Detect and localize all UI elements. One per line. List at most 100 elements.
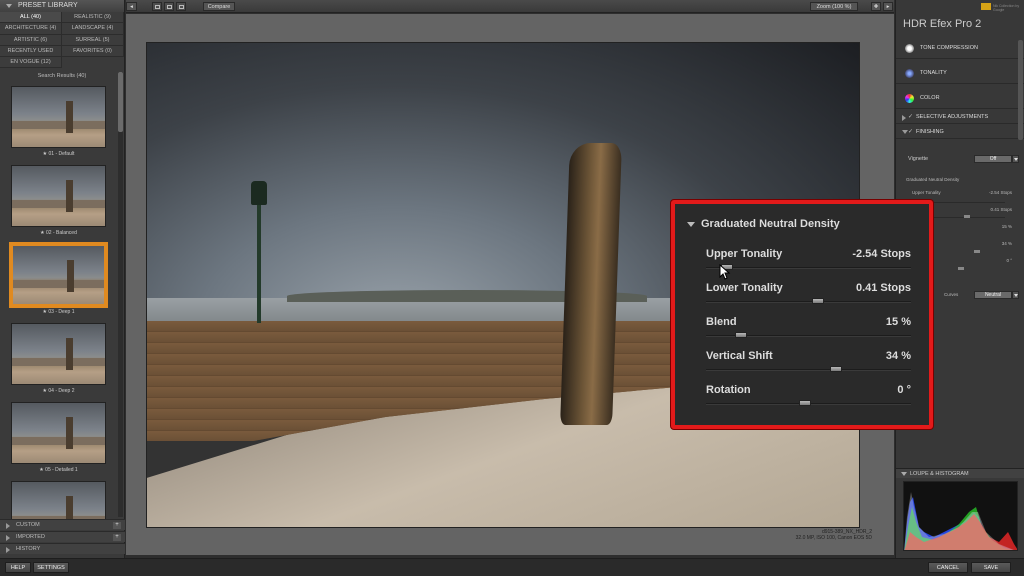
category-architecture[interactable]: ARCHITECTURE (4)	[0, 23, 62, 35]
preset-label: ★ 04 - Deep 2	[42, 388, 75, 394]
expand-triangle-icon	[6, 523, 10, 529]
footer-bar: HELP SETTINGS CANCEL SAVE	[0, 558, 1024, 576]
preset-library-header[interactable]: PRESET LIBRARY	[0, 0, 124, 12]
photo-lamp-head	[251, 181, 267, 205]
section-selective-adjustments[interactable]: ✓ SELECTIVE ADJUSTMENTS	[896, 110, 1024, 124]
loupe-toggle-icon[interactable]: ✚	[871, 2, 881, 11]
collapse-triangle-icon[interactable]	[687, 222, 695, 227]
preset-thumbnail[interactable]	[0, 479, 117, 519]
checkmark-icon[interactable]: ✓	[908, 125, 913, 139]
slider-thumb[interactable]	[958, 267, 964, 270]
panel-scrollbar[interactable]	[1018, 40, 1023, 140]
vertical-shift-value: 34 %	[885, 350, 911, 362]
lower-tonality-value: 0.41 Stops	[855, 282, 911, 294]
custom-section[interactable]: CUSTOM +	[0, 519, 125, 530]
category-en-vogue[interactable]: EN VOGUE (12)	[0, 57, 62, 69]
category-surreal[interactable]: SURREAL (5)	[62, 34, 124, 46]
category-landscape[interactable]: LANDSCAPE (4)	[62, 23, 124, 35]
upper-tonality-control: Upper Tonality -2.54 Stops	[706, 248, 911, 282]
preset-preview-image	[11, 402, 106, 464]
rotation-slider-thumb[interactable]	[798, 400, 811, 406]
section-tonality[interactable]: TONALITY	[896, 62, 1024, 84]
preset-preview-image	[11, 481, 106, 519]
rotation-value: 0 °	[897, 384, 911, 396]
collapse-triangle-icon	[6, 4, 12, 8]
nik-logo-icon	[981, 3, 991, 10]
checkmark-icon[interactable]: ✓	[908, 110, 913, 124]
mouse-cursor-icon	[719, 264, 731, 280]
preset-thumbnail[interactable]: ★ 05 - Detailed 1	[0, 400, 117, 479]
lower-tonality-slider[interactable]	[706, 301, 911, 303]
slider-thumb[interactable]	[974, 250, 980, 253]
section-label: TONALITY	[920, 70, 947, 76]
curves-dropdown[interactable]: Neutral	[974, 291, 1012, 299]
cancel-button[interactable]: CANCEL	[928, 562, 968, 573]
blend-label: Blend	[706, 316, 737, 328]
slider-thumb[interactable]	[964, 215, 970, 218]
section-label: SELECTIVE ADJUSTMENTS	[916, 114, 989, 120]
upper-tonality-label: Upper Tonality	[706, 248, 783, 260]
vertical-shift-label: Vertical Shift	[706, 350, 773, 362]
histogram	[903, 481, 1018, 551]
photo-lamppost	[257, 193, 261, 323]
settings-button[interactable]: SETTINGS	[33, 562, 69, 573]
side-by-side-view-icon[interactable]	[176, 2, 186, 11]
panel-toggle-button[interactable]: ◂	[126, 2, 137, 11]
blend-value: 15 %	[885, 316, 911, 328]
add-custom-button[interactable]: +	[113, 522, 121, 529]
scrollbar-thumb[interactable]	[118, 72, 123, 132]
blend-control: Blend 15 %	[706, 316, 911, 350]
preset-preview-image	[11, 86, 106, 148]
lower-tonality-label: Lower Tonality	[706, 282, 783, 294]
preset-categories: ALL (40) REALISTIC (9) ARCHITECTURE (4) …	[0, 12, 124, 69]
section-finishing[interactable]: ✓ FINISHING	[896, 125, 1024, 139]
save-button[interactable]: SAVE	[971, 562, 1011, 573]
single-view-icon[interactable]	[152, 2, 162, 11]
imported-section[interactable]: IMPORTED +	[0, 531, 125, 542]
vignette-dropdown[interactable]: Off	[974, 155, 1012, 163]
sun-icon	[905, 44, 914, 53]
section-label: COLOR	[920, 95, 940, 101]
blend-slider-thumb[interactable]	[734, 332, 747, 338]
upper-tonality-label-small: Upper Tonality	[912, 190, 941, 195]
history-label: HISTORY	[16, 546, 41, 552]
photo-metadata: 32.0 MP, ISO 100, Canon EOS 5D	[795, 535, 872, 541]
preset-thumbnail[interactable]: ★ 04 - Deep 2	[0, 321, 117, 400]
loupe-histogram-header[interactable]: LOUPE & HISTOGRAM	[896, 468, 1024, 478]
category-recently-used[interactable]: RECENTLY USED	[0, 45, 62, 58]
preset-thumbnail-selected[interactable]: ★ 03 - Deep 1	[0, 242, 117, 321]
dropdown-arrow-icon[interactable]	[1012, 291, 1019, 299]
vertical-shift-slider[interactable]	[706, 369, 911, 371]
lower-tonality-slider-thumb[interactable]	[812, 298, 825, 304]
panel-toggle-right-button[interactable]: ▸	[883, 2, 893, 11]
preset-label: ★ 05 - Detailed 1	[39, 467, 78, 473]
category-favorites[interactable]: FAVORITES (0)	[62, 45, 124, 58]
preset-preview-image	[11, 323, 106, 385]
section-color[interactable]: COLOR	[896, 87, 1024, 109]
tonality-icon	[905, 69, 914, 78]
preset-list-scrollbar[interactable]	[118, 72, 123, 517]
category-realistic[interactable]: REALISTIC (9)	[62, 12, 124, 24]
category-artistic[interactable]: ARTISTIC (6)	[0, 34, 62, 46]
preset-label: ★ 01 - Default	[42, 151, 75, 157]
preset-label: ★ 02 - Balanced	[40, 230, 77, 236]
vertical-shift-control: Vertical Shift 34 %	[706, 350, 911, 384]
vertical-shift-slider-thumb[interactable]	[829, 366, 842, 372]
gnd-label-small: Graduated Neutral Density	[906, 177, 960, 182]
color-wheel-icon	[905, 94, 914, 103]
help-button[interactable]: HELP	[5, 562, 31, 573]
zoom-dropdown[interactable]: Zoom (100 %)	[810, 2, 858, 11]
upper-tonality-slider[interactable]	[706, 267, 911, 269]
category-all[interactable]: ALL (40)	[0, 12, 62, 24]
history-section[interactable]: HISTORY	[0, 543, 125, 554]
preset-thumbnail[interactable]: ★ 02 - Balanced	[0, 163, 117, 242]
section-tone-compression[interactable]: TONE COMPRESSION	[896, 37, 1024, 59]
preset-thumbnail-list: ★ 01 - Default ★ 02 - Balanced ★ 03 - De…	[0, 84, 117, 519]
split-view-icon[interactable]	[164, 2, 174, 11]
compare-button[interactable]: Compare	[203, 2, 235, 11]
dropdown-arrow-icon[interactable]	[1012, 155, 1019, 163]
preset-thumbnail[interactable]: ★ 01 - Default	[0, 84, 117, 163]
photo-caption: d915-389_NX_HDR_2 32.0 MP, ISO 100, Cano…	[700, 529, 872, 541]
lower-tonality-value-small: 0.41 Stops	[990, 207, 1012, 212]
add-imported-button[interactable]: +	[113, 534, 121, 541]
